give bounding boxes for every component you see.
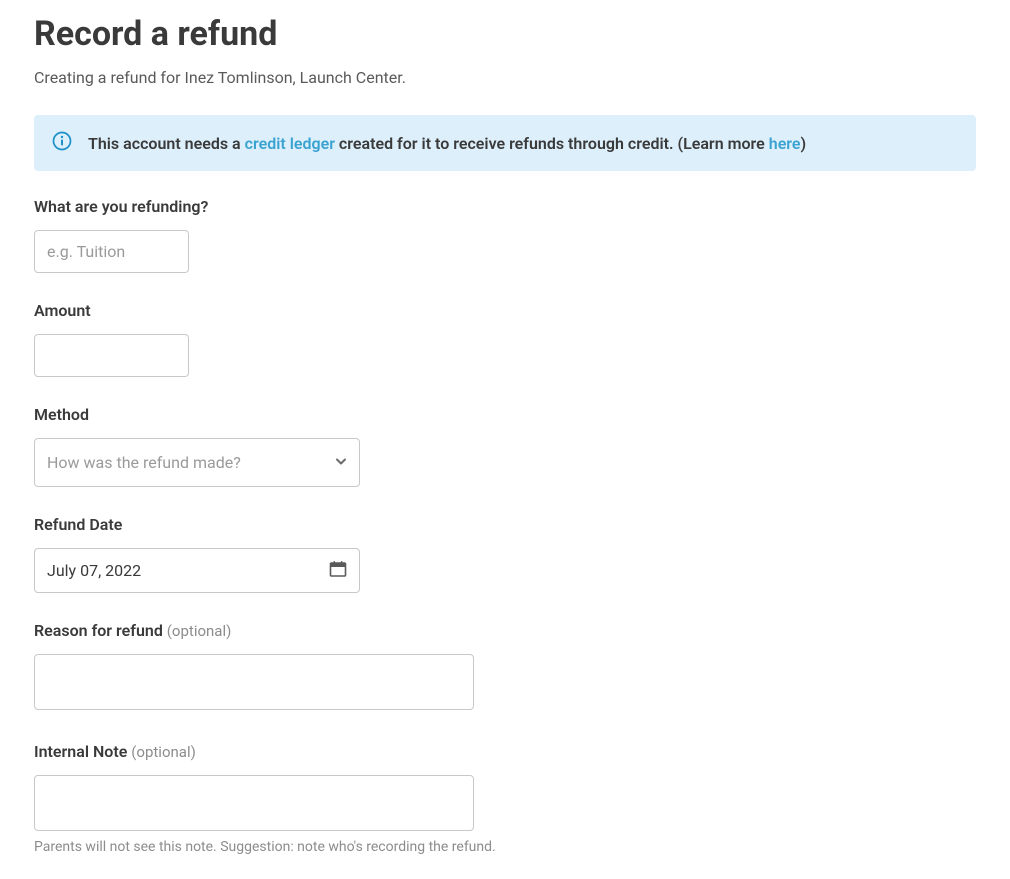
amount-input[interactable] — [34, 334, 189, 377]
page-title: Record a refund — [34, 14, 976, 54]
refund-date-label: Refund Date — [34, 515, 976, 534]
info-banner-text: This account needs a credit ledger creat… — [88, 134, 806, 153]
method-select[interactable]: How was the refund made? — [34, 438, 360, 487]
learn-more-link[interactable]: here — [769, 134, 801, 153]
info-banner: This account needs a credit ledger creat… — [34, 115, 976, 171]
reason-label: Reason for refund (optional) — [34, 621, 976, 640]
what-refunding-label: What are you refunding? — [34, 197, 976, 216]
optional-text: (optional) — [131, 743, 196, 761]
internal-note-label: Internal Note (optional) — [34, 742, 976, 761]
amount-label: Amount — [34, 301, 976, 320]
internal-note-textarea[interactable] — [34, 775, 474, 831]
method-label: Method — [34, 405, 976, 424]
what-refunding-input[interactable] — [34, 230, 189, 273]
reason-textarea[interactable] — [34, 654, 474, 710]
info-icon — [52, 131, 88, 155]
optional-text: (optional) — [167, 622, 232, 640]
refund-date-input[interactable] — [34, 548, 360, 593]
page-subtitle: Creating a refund for Inez Tomlinson, La… — [34, 68, 976, 87]
credit-ledger-link[interactable]: credit ledger — [245, 134, 335, 153]
internal-note-helper: Parents will not see this note. Suggesti… — [34, 839, 976, 855]
